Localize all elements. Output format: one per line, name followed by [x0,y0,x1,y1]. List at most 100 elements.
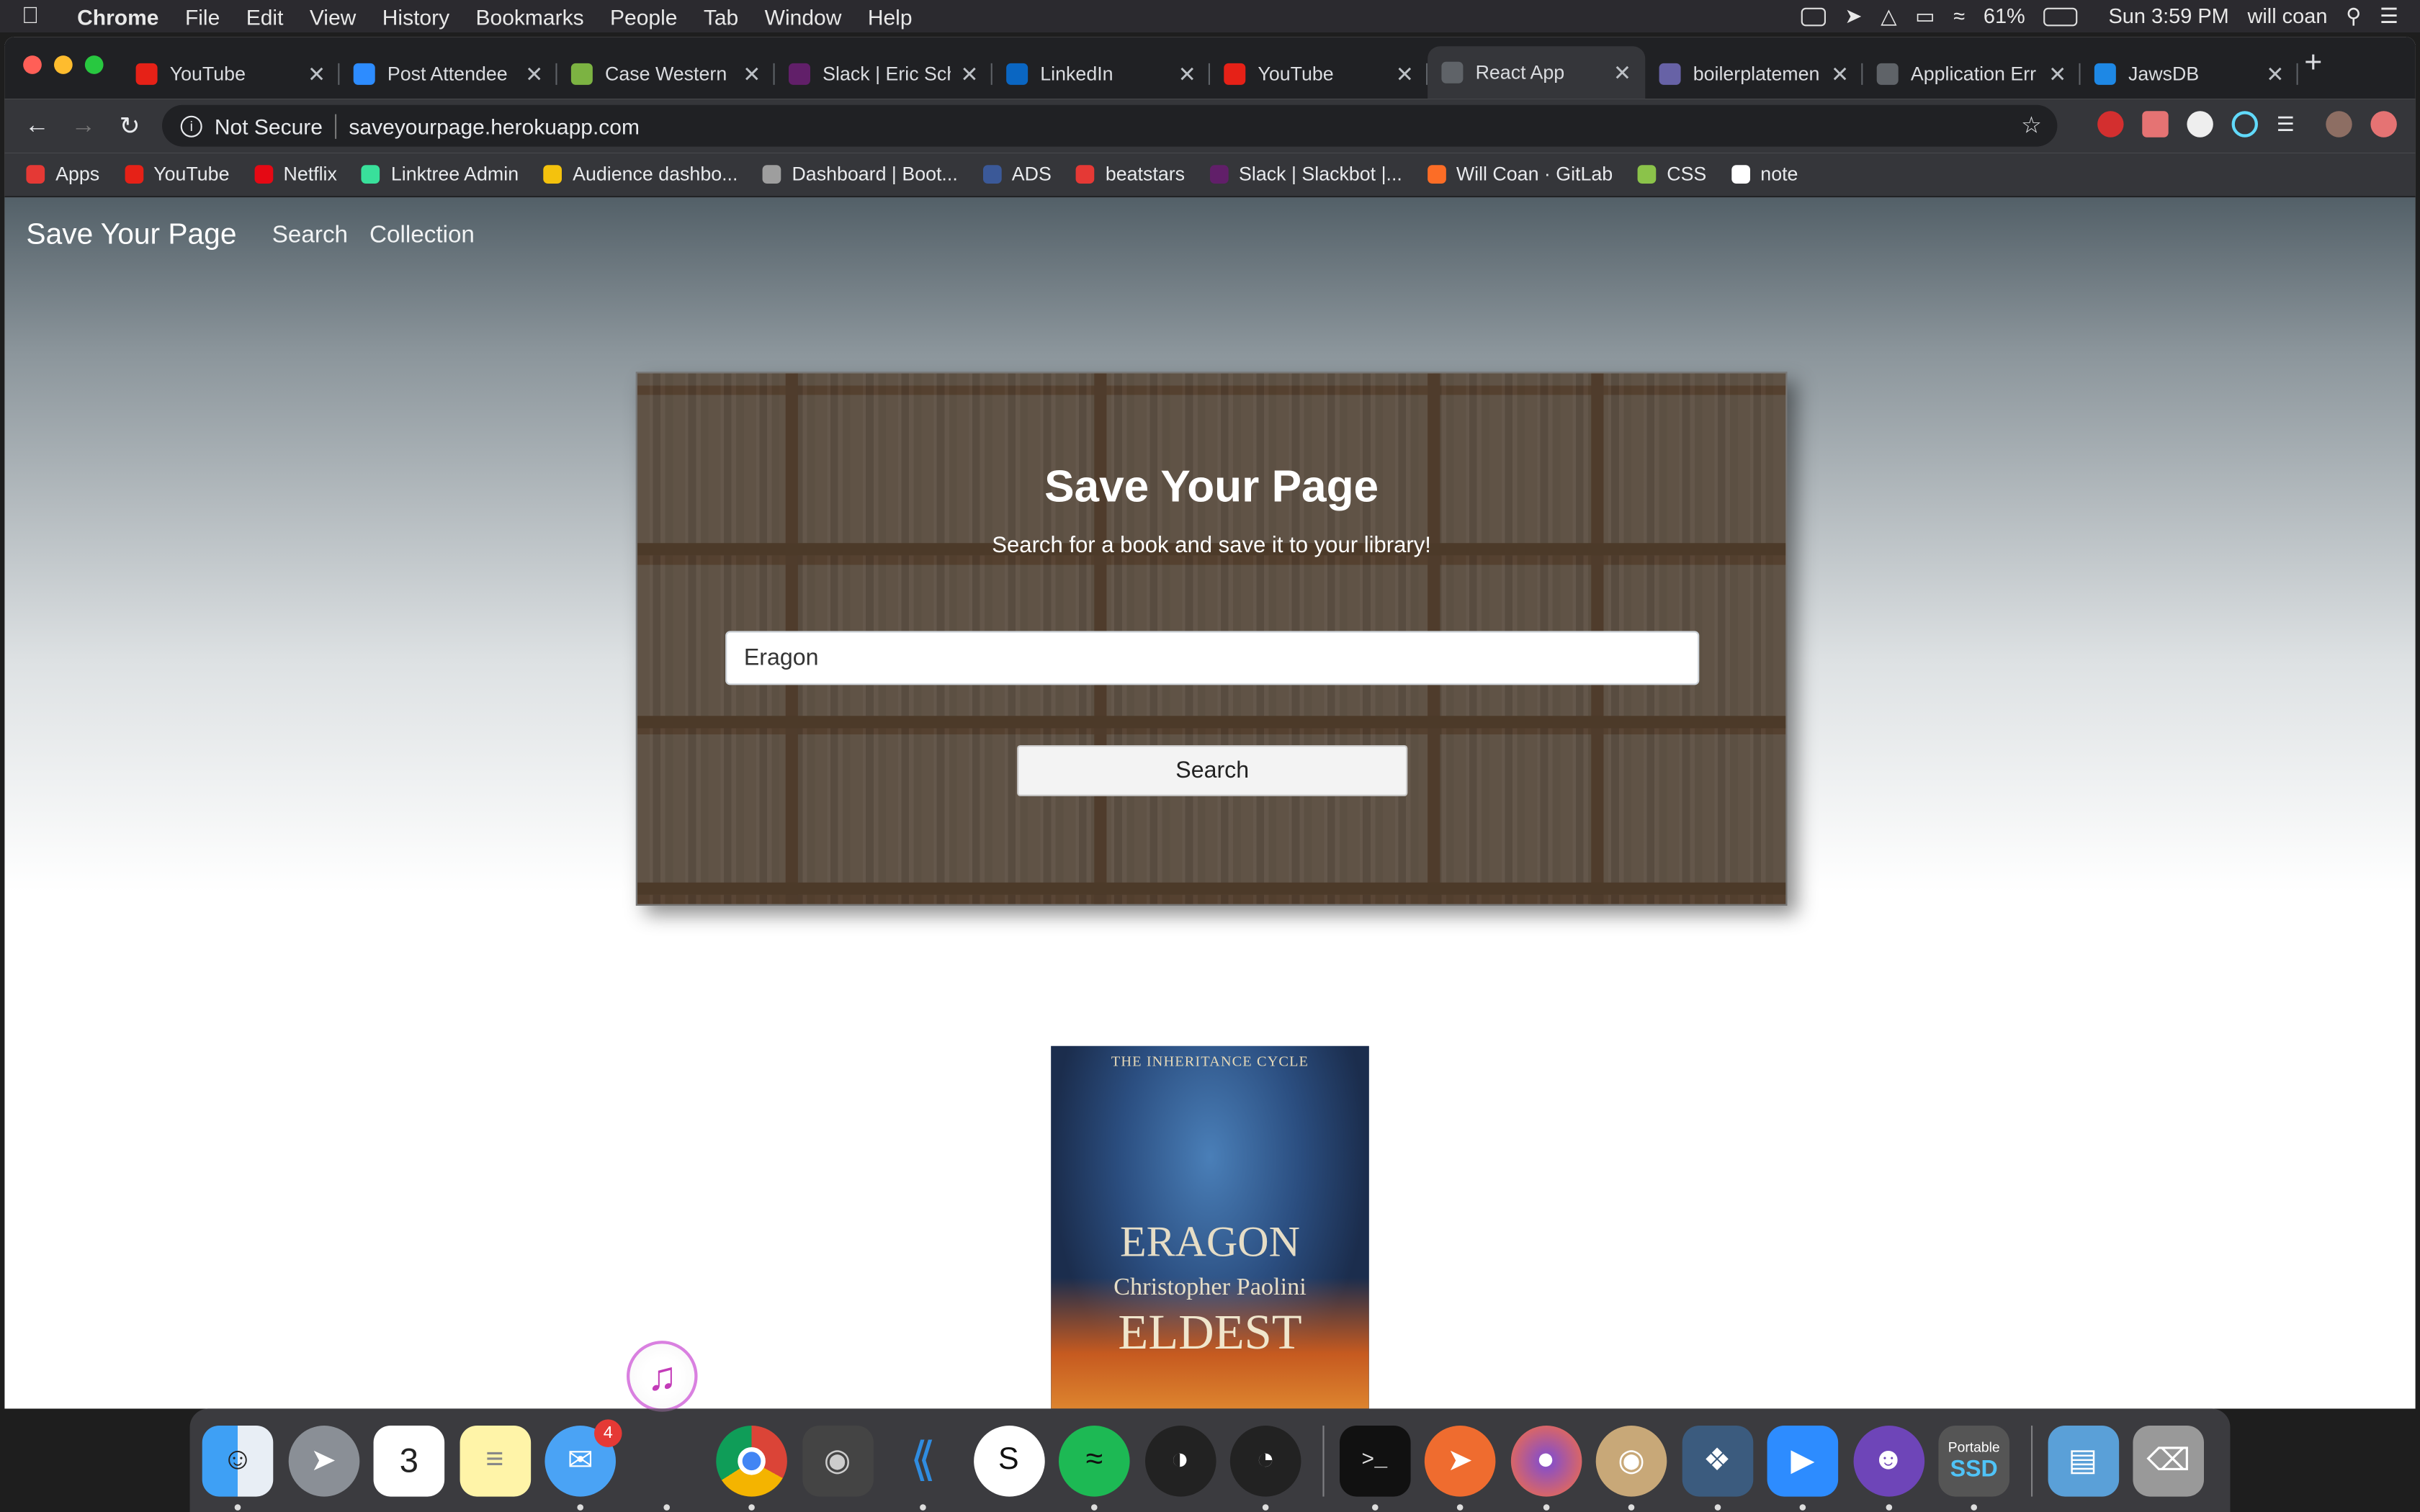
tab-1[interactable]: Post Attendee ✕ [339,53,557,96]
chrome-icon[interactable] [716,1424,787,1510]
update-icon[interactable] [2370,111,2397,138]
close-tab-icon[interactable]: ✕ [525,61,543,87]
navbar-brand[interactable]: Save Your Page [26,219,236,253]
menu-view[interactable]: View [310,4,356,28]
tab-5[interactable]: YouTube ✕ [1210,53,1428,96]
notification-center-icon[interactable]: ☰ [2380,4,2398,28]
menu-bookmarks[interactable]: Bookmarks [476,4,584,28]
menubar-clock[interactable]: Sun 3:59 PM [2109,4,2229,27]
bookmark-item[interactable]: note [1731,163,1798,185]
close-tab-icon[interactable]: ✕ [743,61,761,87]
apple-menu-icon[interactable]:  [22,3,46,29]
bookmark-star-icon[interactable]: ☆ [2021,111,2042,138]
close-window-button[interactable] [23,55,42,74]
launchpad-icon[interactable]: ➤ [287,1424,359,1496]
tab-9[interactable]: JawsDB ✕ [2081,53,2298,96]
spotlight-search-icon[interactable]: ⚲ [2346,4,2361,28]
notes-icon[interactable]: ≡ [459,1424,531,1496]
menubar-user[interactable]: will coan [2247,4,2327,27]
firefox-icon[interactable]: ● [1510,1424,1582,1510]
bookmark-item[interactable]: Slack | Slackbot |... [1209,163,1402,185]
vscode-icon[interactable]: ⟪ [887,1425,959,1510]
reload-button[interactable]: ↻ [107,110,153,141]
menu-edit[interactable]: Edit [246,4,284,28]
tab-8[interactable]: Application Err ✕ [1863,53,2081,96]
finder-icon[interactable]: ☺ [202,1424,274,1510]
postman-icon[interactable]: ➤ [1424,1424,1496,1510]
bookmark-item[interactable]: Audience dashbo... [543,163,738,185]
bookmark-item[interactable]: CSS [1637,163,1706,185]
nav-link-collection[interactable]: Collection [369,222,475,251]
tab-4[interactable]: LinkedIn ✕ [992,53,1210,96]
profile-avatar[interactable] [2326,111,2352,138]
react-devtools-icon[interactable] [2231,111,2258,138]
trash-icon[interactable]: ⌫ [2133,1424,2204,1496]
menu-file[interactable]: File [185,4,220,28]
splice-icon[interactable]: S [973,1424,1044,1496]
back-button[interactable]: ← [14,112,60,140]
mysql-workbench-icon[interactable]: ❖ [1681,1424,1753,1510]
url-text[interactable]: saveyourpage.herokuapp.com [349,114,640,138]
wifi-icon[interactable]: ≈ [1953,4,1965,27]
zoom-window-button[interactable] [84,55,104,74]
forward-button[interactable]: → [60,112,107,140]
menu-tab[interactable]: Tab [704,4,738,28]
close-tab-icon[interactable]: ✕ [2266,61,2284,87]
close-tab-icon[interactable]: ✕ [2048,61,2066,87]
close-tab-icon[interactable]: ✕ [1613,60,1631,86]
menu-people[interactable]: People [610,4,677,28]
book-cover-result[interactable]: THE INHERITANCE CYCLE ERAGON Christopher… [1051,1045,1369,1409]
new-tab-button[interactable]: + [2304,46,2322,81]
bookmark-item[interactable]: YouTube [124,163,229,185]
close-tab-icon[interactable]: ✕ [960,61,978,87]
github-desktop-icon[interactable]: ☻ [1852,1424,1924,1510]
itunes-floating-icon[interactable]: ♫ [627,1341,698,1412]
vpn-icon[interactable]: △ [1881,4,1896,28]
messages-icon[interactable]: ✉ 4 [544,1418,622,1510]
bookmark-item[interactable]: ADS [982,163,1052,185]
spotify-icon[interactable]: ≈ [1059,1424,1130,1510]
address-bar[interactable]: i Not Secure saveyourpage.herokuapp.com … [162,104,2058,147]
tab-7[interactable]: boilerplatemen ✕ [1645,53,1863,96]
disk-utility-icon[interactable]: ◉ [802,1424,873,1496]
media-controls-icon[interactable]: ☰ [2277,111,2308,137]
menu-history[interactable]: History [382,4,449,28]
tab-6[interactable]: React App ✕ [1428,46,1646,99]
nav-link-search[interactable]: Search [272,222,348,251]
calendar-icon[interactable]: 3 [373,1424,445,1496]
bookmark-item[interactable]: beatstars [1076,163,1185,185]
bookmark-item[interactable]: Dashboard | Boot... [762,163,958,185]
close-tab-icon[interactable]: ✕ [1178,61,1196,87]
bookmark-item[interactable]: Netflix [254,163,337,185]
close-tab-icon[interactable]: ✕ [1831,61,1849,87]
tab-3[interactable]: Slack | Eric Sch ✕ [775,53,992,96]
book-search-input[interactable]: Eragon [725,631,1700,685]
paint-palette-icon[interactable]: ◉ [1595,1424,1667,1510]
record-extension-icon[interactable] [2142,111,2169,138]
search-button[interactable]: Search [1017,745,1408,796]
close-tab-icon[interactable]: ✕ [308,61,326,87]
menu-app-chrome[interactable]: Chrome [77,4,158,28]
tab-2[interactable]: Case Western R ✕ [557,53,775,96]
zoom-icon[interactable]: ▶ [1767,1424,1839,1510]
bookmark-item[interactable]: Linktree Admin [362,163,519,185]
portable-ssd-icon[interactable]: Portable SSD [1938,1424,2009,1510]
bookmark-item[interactable]: Apps [26,163,99,185]
site-info-icon[interactable]: i [180,114,202,137]
bookmark-item[interactable]: Will Coan · GitLab [1427,163,1613,185]
terminal-icon[interactable]: >_ [1338,1424,1410,1510]
menu-help[interactable]: Help [868,4,913,28]
shortcut-icon[interactable]: ➤ [1845,4,1862,28]
menu-window[interactable]: Window [765,4,842,28]
tab-0[interactable]: YouTube ✕ [122,53,340,96]
extension-circle-icon[interactable] [2187,111,2213,138]
airplay-icon[interactable]: ▭ [1915,4,1935,28]
adblock-extension-icon[interactable] [2097,111,2124,138]
minimize-window-button[interactable] [54,55,73,74]
downloads-folder-icon[interactable]: ▤ [2047,1424,2119,1496]
audio-mixer-icon[interactable]: ◑ [1144,1424,1216,1496]
close-tab-icon[interactable]: ✕ [1396,61,1414,87]
audio-meter-icon[interactable]: ◔ [1229,1424,1301,1510]
screen-record-icon[interactable] [1801,6,1827,26]
battery-icon[interactable] [2043,6,2078,26]
